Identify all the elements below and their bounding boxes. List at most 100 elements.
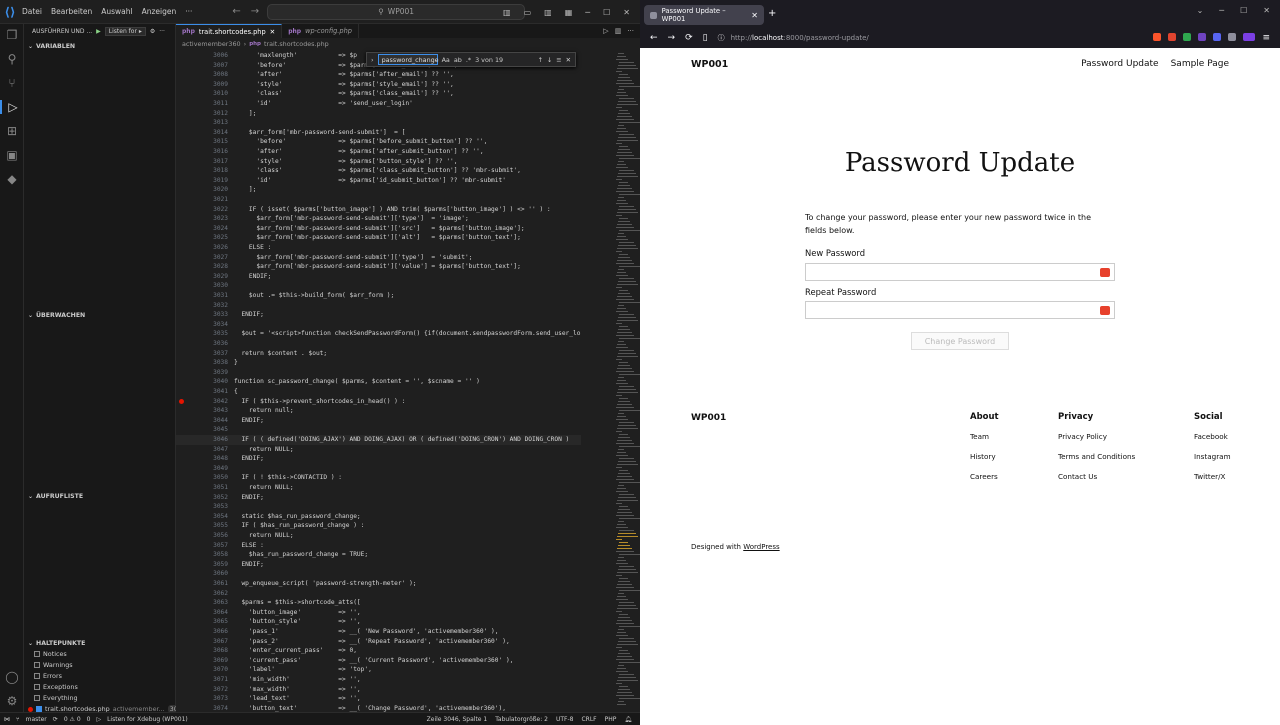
run-debug-icon[interactable]: ▷	[0, 100, 24, 114]
status-language[interactable]: PHP	[605, 716, 617, 723]
password-manager-icon[interactable]	[1100, 306, 1110, 315]
footer-link[interactable]: Team	[970, 432, 999, 441]
checkbox[interactable]	[34, 662, 40, 668]
code-line[interactable]: 3039	[176, 368, 581, 378]
extension-blue-icon[interactable]	[1213, 33, 1222, 41]
remote-explorer-icon[interactable]: ▣	[0, 148, 24, 162]
previous-match-icon[interactable]: ↑	[538, 56, 543, 64]
tab-list-icon[interactable]: ⌄	[1197, 6, 1204, 15]
code-line[interactable]: 3027 $arr_form['mbr-password-send-submit…	[176, 253, 581, 263]
minimize-icon[interactable]: ─	[1219, 6, 1224, 15]
code-line[interactable]: 3034	[176, 320, 581, 330]
code-line[interactable]: 3053	[176, 502, 581, 512]
code-line[interactable]: 3045	[176, 425, 581, 435]
code-editor[interactable]: 3006 'maxlength' => $p 3007 'before' => $…	[176, 51, 581, 712]
code-line[interactable]: 3066 'pass_1' => __( 'New Password', 'ac…	[176, 627, 581, 637]
checkbox[interactable]	[34, 695, 40, 701]
account-icon[interactable]: ◯	[0, 670, 24, 684]
status-ports[interactable]: 0	[87, 716, 91, 723]
run-file-icon[interactable]: ▷	[603, 27, 608, 35]
code-line[interactable]: 3068 'enter_current_pass' => 0,	[176, 646, 581, 656]
find-in-selection-icon[interactable]: ≡	[556, 56, 561, 64]
extension-red-icon[interactable]	[1168, 33, 1177, 41]
menu-icon[interactable]: ≡	[1262, 33, 1270, 43]
status-encoding[interactable]: UTF-8	[556, 716, 574, 723]
toggle-sidebar-icon[interactable]: ▥	[503, 8, 511, 17]
remote-icon[interactable]: ⋈	[4, 716, 10, 723]
code-line[interactable]: 3074 'button_text' => __( 'Change Passwo…	[176, 704, 581, 712]
sidebar-icon[interactable]	[1228, 33, 1237, 41]
code-line[interactable]: 3069 'current_pass' => __( 'Current Pass…	[176, 656, 581, 666]
breadcrumb-file[interactable]: trait.shortcodes.php	[264, 40, 329, 48]
url-bar[interactable]: ⓘ http://localhost:8000/password-update/	[717, 30, 1138, 46]
code-line[interactable]: 3043 return null;	[176, 406, 581, 416]
nav-sample-page[interactable]: Sample Page	[1171, 59, 1229, 69]
code-line[interactable]: 3057 ELSE :	[176, 541, 581, 551]
code-line[interactable]: 3029 ENDIF;	[176, 272, 581, 282]
sync-icon[interactable]: ⟳	[53, 716, 58, 723]
code-line[interactable]: 3028 $arr_form['mbr-password-send-submit…	[176, 262, 581, 272]
code-line[interactable]: 3058 $has_run_password_change = TRUE;	[176, 550, 581, 560]
code-line[interactable]: 3017 'style' => $parms['button_style'] ?…	[176, 157, 581, 167]
code-line[interactable]: 3018 'class' => $parms['class_submit_but…	[176, 166, 581, 176]
checkbox[interactable]	[34, 684, 40, 690]
debug-config-select[interactable]: Listen for ▸	[104, 26, 146, 36]
code-line[interactable]: 3020 ];	[176, 185, 581, 195]
code-line[interactable]: 3008 'after' => $parms['after_email'] ??…	[176, 70, 581, 80]
status-eol[interactable]: CRLF	[581, 716, 596, 723]
tab-wp-config[interactable]: php wp-config.php	[282, 24, 359, 38]
code-line[interactable]: 3062	[176, 589, 581, 599]
close-find-icon[interactable]: ✕	[566, 56, 571, 64]
more-actions-icon[interactable]: ···	[159, 28, 165, 35]
more-actions-icon[interactable]: ···	[627, 27, 634, 35]
code-line[interactable]: 3022 IF ( isset( $parms['button_image'] …	[176, 205, 581, 215]
code-line[interactable]: 3024 $arr_form['mbr-password-send-submit…	[176, 224, 581, 234]
debug-settings-icon[interactable]: ⚙	[150, 28, 155, 35]
tab-close-icon[interactable]: ✕	[751, 11, 758, 20]
minimize-icon[interactable]: ─	[585, 8, 590, 17]
code-line[interactable]: 3011 'id' => 'send_user_login'	[176, 99, 581, 109]
code-line[interactable]: 3052 ENDIF;	[176, 493, 581, 503]
code-line[interactable]: 3063 $parms = $this->shortcode_atts([	[176, 598, 581, 608]
breakpoints-header[interactable]: ⌄ HALTEPUNKTE	[24, 636, 176, 650]
menu-more-icon[interactable]: ···	[185, 7, 192, 16]
extension-purple-icon[interactable]	[1198, 33, 1207, 41]
footer-link[interactable]: Terms and Conditions	[1058, 452, 1135, 461]
reload-icon[interactable]: ⟳	[685, 33, 693, 43]
code-line[interactable]: 3049	[176, 464, 581, 474]
code-line[interactable]: 3012 ];	[176, 109, 581, 119]
code-line[interactable]: 3032	[176, 301, 581, 311]
code-line[interactable]: 3067 'pass_2' => __( 'Repeat Password', …	[176, 637, 581, 647]
wordpress-link[interactable]: WordPress	[743, 543, 779, 551]
regex-icon[interactable]: .*	[466, 56, 471, 64]
code-line[interactable]: 3042 IF ( $this->prevent_shortcodes_in_h…	[176, 397, 581, 407]
find-input[interactable]: password_change	[377, 54, 439, 65]
menu-file[interactable]: Datei	[22, 7, 42, 16]
password-manager-icon[interactable]	[1100, 268, 1110, 277]
code-line[interactable]: 3023 $arr_form['mbr-password-send-submit…	[176, 214, 581, 224]
footer-site-title[interactable]: WP001	[691, 413, 726, 423]
back-arrow-icon[interactable]: ←	[232, 6, 240, 17]
nav-password-update[interactable]: Password Update	[1081, 59, 1159, 69]
status-branch[interactable]: master	[26, 716, 47, 723]
browser-tab-active[interactable]: Password Update – WP001 ✕	[644, 5, 764, 25]
code-line[interactable]: 3055 IF ( $has_run_password_change ) :	[176, 521, 581, 531]
maximize-icon[interactable]: ☐	[603, 8, 610, 17]
forward-arrow-icon[interactable]: →	[251, 6, 259, 17]
status-debug[interactable]: Listen for Xdebug (WP001)	[107, 716, 188, 723]
code-line[interactable]: 3072 'max_width' => '',	[176, 685, 581, 695]
footer-link[interactable]: Instagram	[1194, 452, 1231, 461]
notifications-bell-icon[interactable]: 🔔︎	[624, 716, 632, 723]
docker-icon[interactable]: ◆	[0, 172, 24, 186]
extensions-icon[interactable]: ⊞	[0, 124, 24, 138]
breadcrumb-folder[interactable]: activemember360	[182, 40, 241, 48]
breakpoint-everything[interactable]: Everything	[34, 694, 78, 702]
tab-close-icon[interactable]: ✕	[270, 28, 276, 36]
code-line[interactable]: 3070 'label' => 'top',	[176, 665, 581, 675]
code-line[interactable]: 3015 'before' => $parms['before_submit_b…	[176, 137, 581, 147]
bookmark-icon[interactable]: ▯	[703, 33, 708, 43]
footer-link[interactable]: Contact Us	[1058, 472, 1135, 481]
code-line[interactable]: 3014 $arr_form['mbr-password-send-submit…	[176, 128, 581, 138]
code-line[interactable]: 3071 'min_width' => '',	[176, 675, 581, 685]
split-editor-icon[interactable]: ▥	[615, 27, 622, 35]
